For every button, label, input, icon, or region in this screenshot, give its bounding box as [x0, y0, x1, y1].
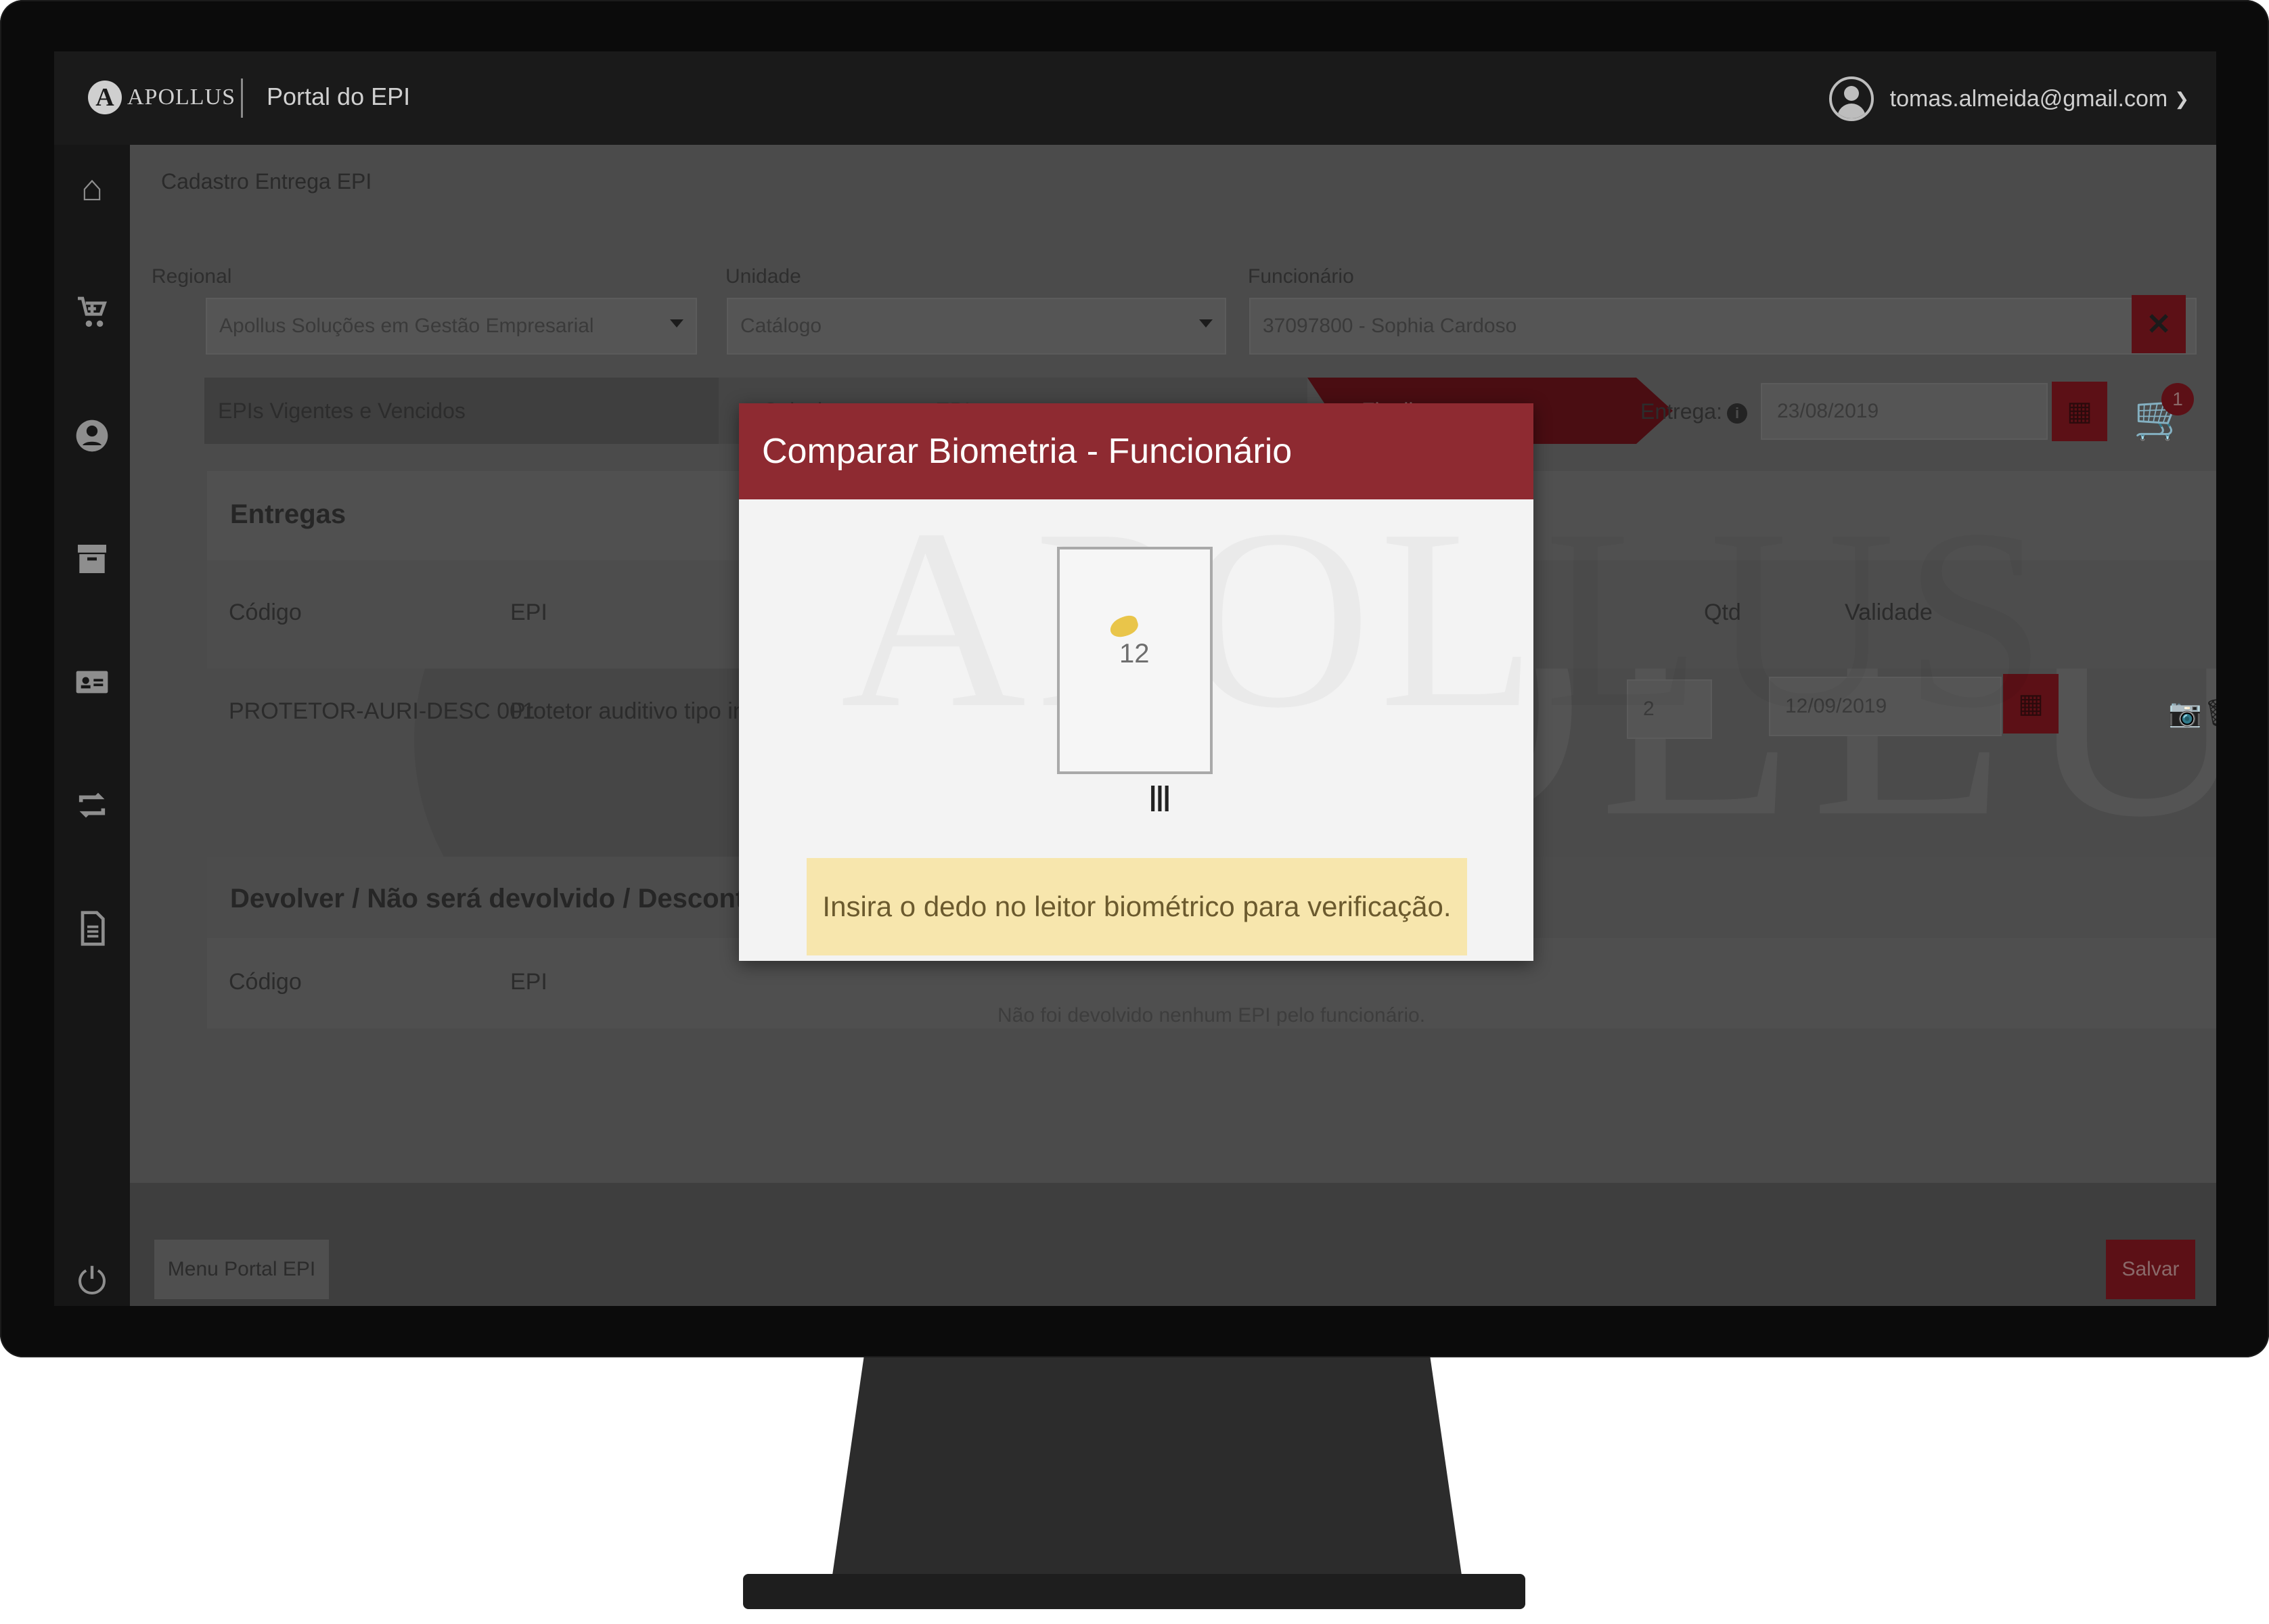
sidebar: ⌂ ⏻ — [54, 145, 130, 1306]
chevron-down-icon: ❯ — [2174, 88, 2189, 109]
scan-count: 12 — [1119, 639, 1150, 669]
cart-icon[interactable] — [69, 290, 115, 336]
entrega-calendar-button[interactable]: ▦ — [2052, 382, 2107, 441]
archive-icon[interactable] — [69, 536, 115, 582]
funcionario-select[interactable]: 37097800 - Sophia Cardoso — [1249, 298, 2197, 355]
regional-label: Regional — [152, 265, 232, 288]
user-avatar-icon — [1828, 76, 1874, 121]
document-icon[interactable] — [69, 905, 115, 951]
brand-divider — [241, 78, 243, 118]
top-bar: A APOLLUS Portal do EPI tomas.almeida@gm… — [54, 51, 2216, 145]
apollus-logo[interactable]: A APOLLUS — [88, 77, 235, 118]
retweet-icon[interactable] — [69, 782, 115, 828]
save-button[interactable]: Salvar — [2106, 1240, 2195, 1299]
power-icon[interactable]: ⏻ — [69, 1259, 115, 1305]
unidade-select[interactable]: Catálogo — [727, 298, 1226, 355]
fingerprint-preview: 12 — [1057, 547, 1213, 774]
menu-portal-epi-button[interactable]: Menu Portal EPI — [154, 1240, 329, 1299]
camera-icon[interactable]: 📷 — [2168, 697, 2202, 729]
biometria-modal: APOLLUS Comparar Biometria - Funcionário… — [739, 403, 1533, 961]
funcionario-value: 37097800 - Sophia Cardoso — [1263, 315, 1517, 337]
modal-watermark: APOLLUS — [840, 471, 2054, 767]
regional-select[interactable]: Apollus Soluções em Gestão Empresarial — [206, 298, 697, 355]
entrega-label: Entrega: — [1640, 399, 1722, 424]
id-card-icon[interactable] — [69, 659, 115, 705]
monitor-stand-neck — [832, 1357, 1462, 1575]
regional-value: Apollus Soluções em Gestão Empresarial — [219, 315, 594, 337]
portal-title: Portal do EPI — [267, 83, 411, 110]
entrega-date-input[interactable]: 23/08/2019 — [1761, 383, 2048, 440]
clear-funcionario-button[interactable]: ✕ — [2132, 295, 2186, 353]
info-icon[interactable]: i — [1727, 403, 1747, 424]
step-epis-vigentes[interactable]: EPIs Vigentes e Vencidos — [204, 378, 719, 444]
col-codigo: Código — [229, 969, 302, 995]
row-codigo: PROTETOR-AURI-DESC 001 — [229, 698, 535, 724]
user-icon[interactable] — [69, 413, 115, 459]
home-icon[interactable]: ⌂ — [69, 165, 115, 211]
entregas-title: Entregas — [230, 499, 346, 529]
user-email: tomas.almeida@gmail.com — [1889, 85, 2168, 112]
trash-icon[interactable]: 🗑 — [2203, 697, 2216, 729]
chevron-down-icon — [1199, 319, 1213, 328]
logo-mark-icon: A — [88, 81, 122, 114]
logo-text: APOLLUS — [127, 85, 236, 110]
biometric-alert: Insira o dedo no leitor biométrico para … — [807, 858, 1467, 955]
devolver-title: Devolver / Não será devolvido / Desconti… — [230, 884, 811, 914]
unidade-label: Unidade — [725, 265, 801, 288]
user-menu[interactable]: tomas.almeida@gmail.com ❯ — [1828, 72, 2189, 126]
bottom-bar — [130, 1183, 2216, 1306]
unidade-value: Catálogo — [740, 315, 822, 337]
devolver-empty-message: Não foi devolvido nenhum EPI pelo funcio… — [997, 1004, 1426, 1027]
monitor-frame: A APOLLUS Portal do EPI tomas.almeida@gm… — [0, 0, 2269, 1357]
page-title: Cadastro Entrega EPI — [161, 169, 372, 194]
fingerprint-icon — [1107, 613, 1141, 640]
col-epi: EPI — [510, 969, 547, 995]
funcionario-label: Funcionário — [1248, 265, 1354, 288]
monitor-stand-base — [743, 1574, 1525, 1609]
cart-count-badge: 1 — [2161, 383, 2194, 415]
col-codigo: Código — [229, 600, 302, 625]
screen: A APOLLUS Portal do EPI tomas.almeida@gm… — [54, 51, 2216, 1306]
col-epi: EPI — [510, 600, 547, 625]
chevron-down-icon — [670, 319, 683, 328]
text-cursor-icon: Ⅲ — [1148, 780, 1172, 819]
modal-title: Comparar Biometria - Funcionário — [739, 403, 1533, 499]
